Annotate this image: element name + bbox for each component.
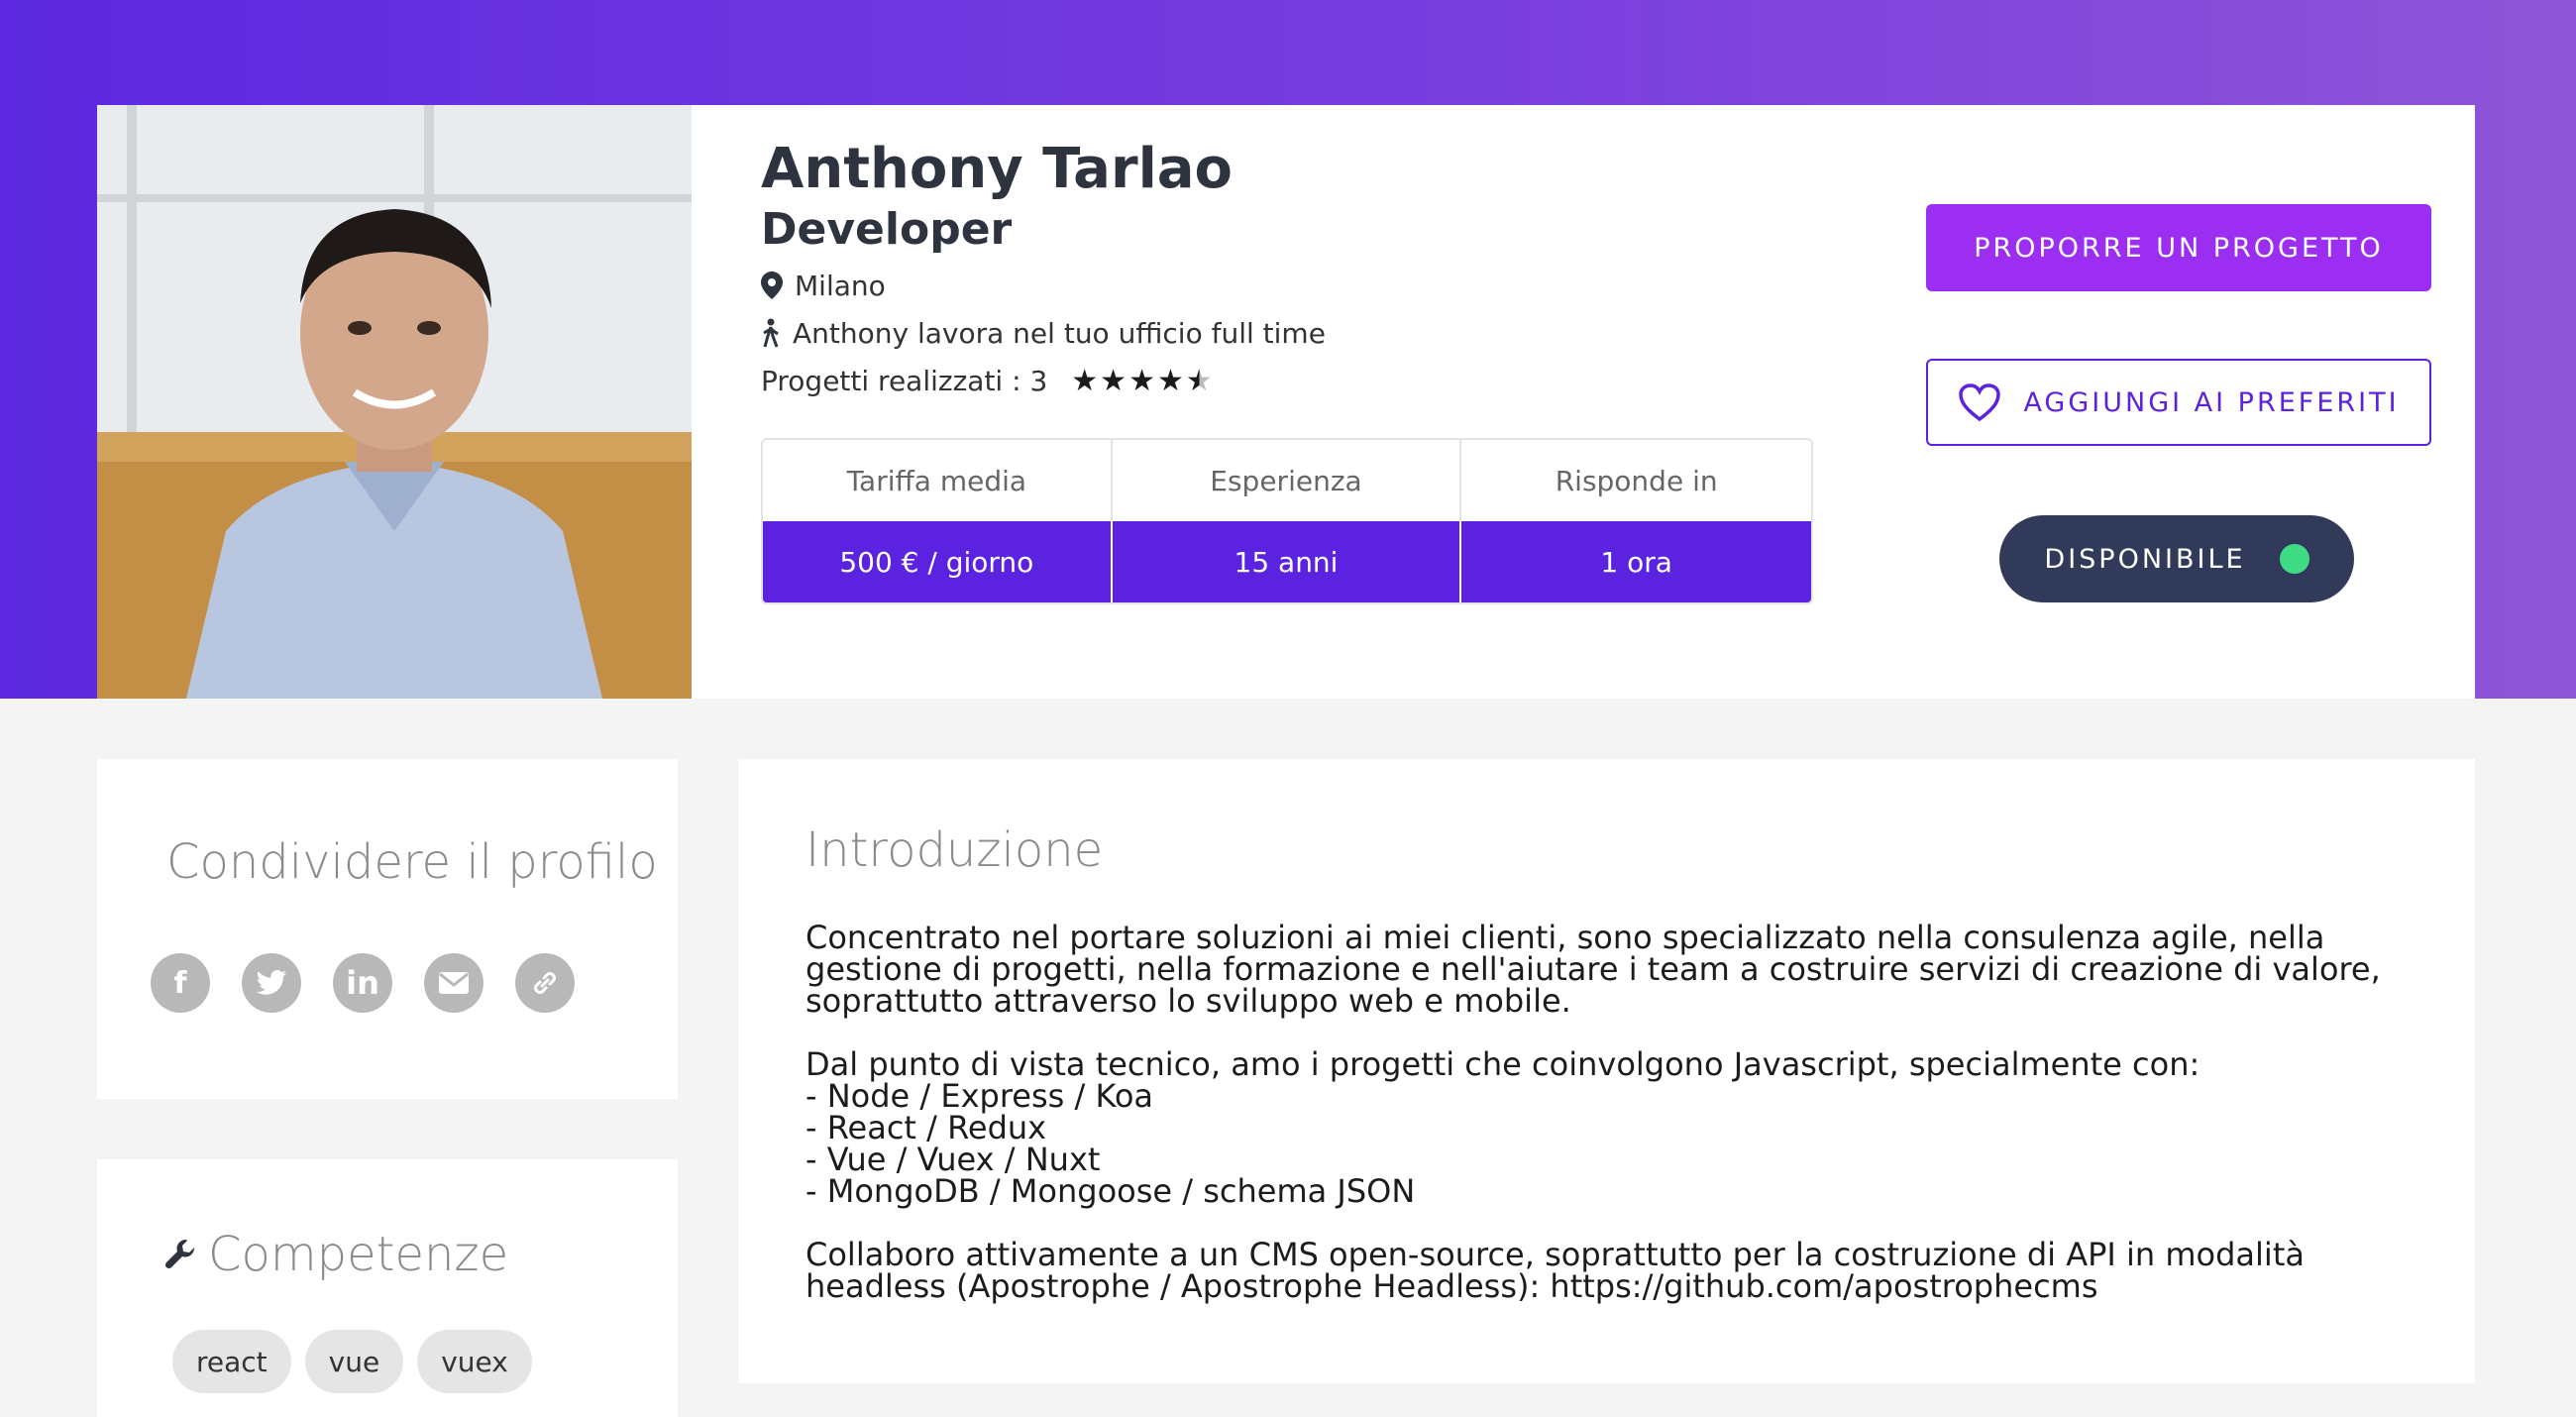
stat-value-response: 1 ora bbox=[1461, 521, 1811, 602]
projects-row: Progetti realizzati : 3 ★ ★ ★ ★ ★ bbox=[761, 357, 1326, 404]
link-icon[interactable] bbox=[515, 953, 575, 1013]
stat-header-rate: Tariffa media bbox=[763, 440, 1113, 521]
profile-info: Anthony Tarlao Developer Milano Anthony … bbox=[761, 135, 1326, 404]
profile-photo bbox=[97, 105, 692, 699]
star-full-icon: ★ bbox=[1100, 363, 1127, 398]
star-full-icon: ★ bbox=[1071, 363, 1099, 398]
skill-tag[interactable]: vuex bbox=[417, 1330, 532, 1393]
stat-header-experience: Esperienza bbox=[1113, 440, 1462, 521]
intro-paragraph: Concentrato nel portare soluzioni ai mie… bbox=[805, 919, 2381, 1020]
stats-table: Tariffa media Esperienza Risponde in 500… bbox=[761, 438, 1813, 604]
profile-header-card: Anthony Tarlao Developer Milano Anthony … bbox=[97, 105, 2475, 699]
skill-tag[interactable]: react bbox=[172, 1330, 291, 1393]
skills-title: Competenze bbox=[208, 1227, 509, 1282]
propose-project-button[interactable]: PROPORRE UN PROGETTO bbox=[1926, 204, 2431, 291]
available-dot-icon bbox=[2279, 544, 2309, 574]
location-row: Milano bbox=[761, 262, 1326, 309]
introduction-title: Introduzione bbox=[805, 822, 1104, 878]
facebook-icon[interactable]: f bbox=[151, 953, 210, 1013]
star-full-icon: ★ bbox=[1156, 363, 1184, 398]
skills-panel: Competenze react vue vuex bbox=[97, 1159, 678, 1417]
profile-name: Anthony Tarlao bbox=[761, 137, 1234, 201]
rating-stars: ★ ★ ★ ★ ★ bbox=[1071, 364, 1213, 398]
linkedin-icon[interactable]: in bbox=[333, 953, 392, 1013]
location-text: Milano bbox=[795, 269, 886, 302]
projects-count: Progetti realizzati : 3 bbox=[761, 364, 1048, 397]
introduction-text: Concentrato nel portare soluzioni ai mie… bbox=[805, 922, 2430, 1334]
social-share-icons: f in bbox=[151, 953, 575, 1013]
profile-role: Developer bbox=[761, 204, 1013, 255]
share-title: Condividere il profilo bbox=[166, 834, 658, 890]
introduction-panel: Introduzione Concentrato nel portare sol… bbox=[738, 759, 2475, 1383]
share-panel: Condividere il profilo f in bbox=[97, 759, 678, 1099]
availability-status: DISPONIBILE bbox=[1999, 515, 2354, 602]
stat-header-response: Risponde in bbox=[1555, 464, 1718, 497]
twitter-icon[interactable] bbox=[242, 953, 301, 1013]
star-half-icon: ★ bbox=[1185, 363, 1213, 398]
intro-paragraph: Dal punto di vista tecnico, amo i proget… bbox=[805, 1045, 2200, 1210]
skill-tag[interactable]: vue bbox=[304, 1330, 404, 1393]
wrench-icon bbox=[164, 1239, 195, 1269]
availability-label: DISPONIBILE bbox=[2044, 543, 2246, 575]
email-icon[interactable] bbox=[424, 953, 483, 1013]
skill-tags: react vue vuex bbox=[172, 1330, 532, 1393]
skills-title-row: Competenze bbox=[164, 1227, 508, 1282]
work-mode-row: Anthony lavora nel tuo ufficio full time bbox=[761, 309, 1326, 357]
location-pin-icon bbox=[761, 272, 783, 299]
intro-paragraph: Collaboro attivamente a un CMS open-sour… bbox=[805, 1236, 2305, 1305]
stat-value-experience: 15 anni bbox=[1112, 521, 1462, 602]
heart-icon bbox=[1959, 383, 2001, 422]
star-full-icon: ★ bbox=[1128, 363, 1155, 398]
walking-person-icon bbox=[763, 318, 779, 348]
add-to-favorites-label: AGGIUNGI AI PREFERITI bbox=[2023, 386, 2400, 418]
stat-value-rate: 500 € / giorno bbox=[763, 521, 1113, 602]
add-to-favorites-button[interactable]: AGGIUNGI AI PREFERITI bbox=[1926, 359, 2431, 446]
work-mode-text: Anthony lavora nel tuo ufficio full time bbox=[793, 316, 1326, 350]
